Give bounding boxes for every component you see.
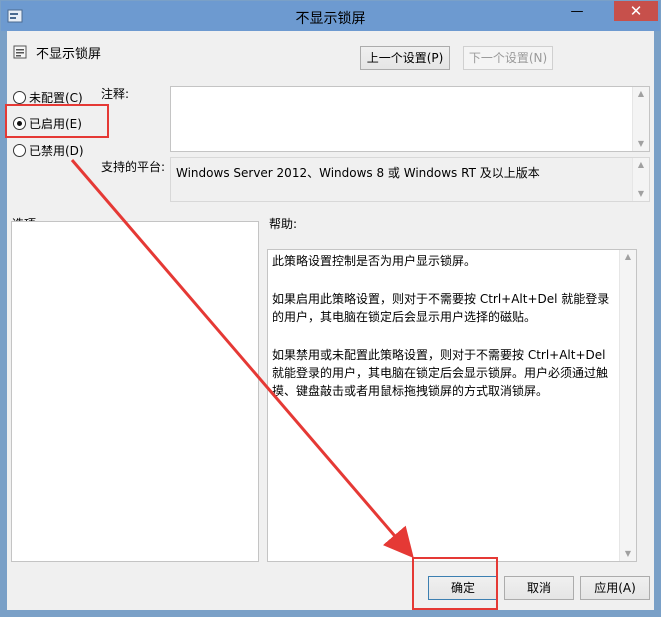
annotation-arrow [70,159,414,559]
